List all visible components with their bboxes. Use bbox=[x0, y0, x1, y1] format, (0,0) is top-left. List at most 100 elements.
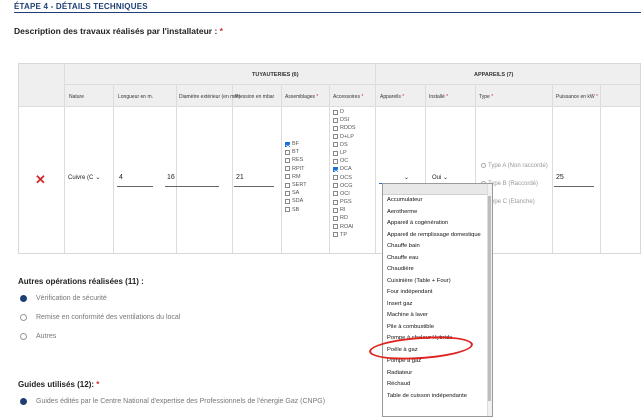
checkbox-d[interactable]: D bbox=[333, 108, 356, 116]
checkbox-pgs[interactable]: PGS bbox=[333, 198, 356, 206]
dropdown-option[interactable]: Table de cuisson indépendante bbox=[383, 391, 492, 403]
installe-select[interactable]: Oui ⌄ bbox=[432, 174, 448, 181]
checkbox-rpit[interactable]: RPIT bbox=[285, 165, 307, 173]
radio-option[interactable]: Vérification de sécurité bbox=[20, 295, 107, 302]
dropdown-option[interactable]: Appareil à cogénération bbox=[383, 218, 492, 230]
dropdown-option[interactable]: Pompe à chaleur Hybride bbox=[383, 333, 492, 345]
radio-option[interactable]: Autres bbox=[20, 333, 56, 340]
dropdown-option[interactable]: Réchaud bbox=[383, 379, 492, 391]
dropdown-option[interactable]: Pile à combustible bbox=[383, 322, 492, 334]
checkbox-rd[interactable]: RD bbox=[333, 214, 356, 222]
checkbox-label: OC bbox=[340, 158, 349, 165]
dropdown-option[interactable]: Cuisinière (Table + Four) bbox=[383, 276, 492, 288]
accessoires-list: D DSI RDDS D+LP DS LP OC DCA OCS OCG OCI PGS RI RD ROA… bbox=[333, 108, 356, 239]
dropdown-option[interactable]: Accumulateur bbox=[383, 195, 492, 207]
checkbox-box[interactable] bbox=[285, 190, 290, 196]
radio-button[interactable] bbox=[20, 314, 27, 321]
radio-label: Type B (Raccordé) bbox=[488, 181, 539, 187]
checkbox-box[interactable] bbox=[333, 216, 338, 222]
checkbox-label: ROAI bbox=[340, 223, 354, 230]
dropdown-option[interactable]: Chauffe bain bbox=[383, 241, 492, 253]
checkbox-box[interactable] bbox=[285, 166, 290, 172]
checkbox-box[interactable] bbox=[333, 207, 338, 213]
checkbox-d-lp[interactable]: D+LP bbox=[333, 133, 356, 141]
checkbox-oci[interactable]: OCI bbox=[333, 190, 356, 198]
dropdown-option[interactable]: Appareil de remplissage domestique bbox=[383, 230, 492, 242]
dropdown-option[interactable]: Chauffe eau bbox=[383, 253, 492, 265]
checkbox-ds[interactable]: DS bbox=[333, 141, 356, 149]
checkbox-sda[interactable]: SDA bbox=[285, 197, 307, 205]
checkbox-box[interactable] bbox=[333, 191, 338, 197]
radio-option[interactable]: Guides édités par le Centre National d'e… bbox=[20, 398, 325, 405]
dropdown-option[interactable]: Insert gaz bbox=[383, 299, 492, 311]
checkbox-box[interactable] bbox=[333, 232, 338, 238]
dropdown-option[interactable]: Poêle à gaz bbox=[383, 345, 492, 357]
checkbox-ri[interactable]: RI bbox=[333, 206, 356, 214]
checkbox-label: OCI bbox=[340, 190, 350, 197]
pression-input[interactable]: 21 bbox=[236, 174, 244, 181]
checkbox-box[interactable] bbox=[285, 182, 290, 188]
chevron-down-icon: ⌄ bbox=[443, 175, 449, 181]
checkbox-box[interactable] bbox=[333, 117, 338, 123]
radio-button[interactable] bbox=[20, 295, 27, 302]
longueur-input[interactable]: 4 bbox=[119, 174, 123, 181]
checkbox-rm[interactable]: RM bbox=[285, 173, 307, 181]
checkbox-box[interactable] bbox=[285, 141, 290, 147]
checkbox-box[interactable] bbox=[285, 198, 290, 204]
checkbox-roai[interactable]: ROAI bbox=[333, 223, 356, 231]
appareil-dropdown-list[interactable]: Accumulateur Aerotherme Appareil à cogénér… bbox=[382, 183, 493, 417]
checkbox-box[interactable] bbox=[333, 125, 338, 131]
dropdown-empty-option[interactable] bbox=[383, 184, 492, 195]
dropdown-option[interactable]: Aerotherme bbox=[383, 207, 492, 219]
dropdown-option[interactable]: Machine à laver bbox=[383, 310, 492, 322]
checkbox-box[interactable] bbox=[285, 157, 290, 163]
checkbox-box[interactable] bbox=[333, 183, 338, 189]
radio-option[interactable]: Remise en conformité des ventilations du… bbox=[20, 314, 180, 321]
col-longueur: Longueur en m. bbox=[118, 94, 154, 100]
dropdown-scrollbar[interactable] bbox=[487, 184, 492, 416]
puissance-input[interactable]: 25 bbox=[556, 174, 564, 181]
checkbox-box[interactable] bbox=[333, 158, 338, 164]
checkbox-label: DSI bbox=[340, 117, 350, 124]
checkbox-box[interactable] bbox=[333, 166, 338, 172]
dropdown-option[interactable]: Chaudière bbox=[383, 264, 492, 276]
checkbox-bf[interactable]: BF bbox=[285, 140, 307, 148]
checkbox-dsi[interactable]: DSI bbox=[333, 116, 356, 124]
checkbox-box[interactable] bbox=[333, 224, 338, 230]
checkbox-rdds[interactable]: RDDS bbox=[333, 124, 356, 132]
checkbox-oc[interactable]: OC bbox=[333, 157, 356, 165]
checkbox-box[interactable] bbox=[333, 150, 338, 156]
dropdown-option[interactable]: Radiateur bbox=[383, 368, 492, 380]
checkbox-tp[interactable]: TP bbox=[333, 231, 356, 239]
checkbox-sa[interactable]: SA bbox=[285, 189, 307, 197]
dropdown-option[interactable]: Four indépendant bbox=[383, 287, 492, 299]
diametre-input[interactable]: 16 bbox=[167, 174, 175, 181]
checkbox-box[interactable] bbox=[285, 207, 290, 213]
col-puissance: Puissance en kW * bbox=[556, 94, 598, 100]
dropdown-option[interactable]: Pompe à gaz bbox=[383, 356, 492, 368]
radio-label: Type A (Non raccordé) bbox=[488, 163, 548, 169]
radio-button[interactable] bbox=[20, 333, 27, 340]
checkbox-sert[interactable]: SERT bbox=[285, 181, 307, 189]
checkbox-ocg[interactable]: OCG bbox=[333, 182, 356, 190]
checkbox-box[interactable] bbox=[285, 149, 290, 155]
checkbox-label: DS bbox=[340, 141, 348, 148]
delete-row-icon[interactable]: ✕ bbox=[35, 172, 46, 188]
checkbox-lp[interactable]: LP bbox=[333, 149, 356, 157]
checkbox-box[interactable] bbox=[285, 174, 290, 180]
type-radio-option[interactable]: Type A (Non raccordé) bbox=[481, 157, 548, 175]
checkbox-box[interactable] bbox=[333, 142, 338, 148]
checkbox-box[interactable] bbox=[333, 175, 338, 181]
checkbox-sb[interactable]: SB bbox=[285, 206, 307, 214]
checkbox-box[interactable] bbox=[333, 134, 338, 140]
radio-button[interactable] bbox=[481, 162, 486, 168]
checkbox-dca[interactable]: DCA bbox=[333, 165, 356, 173]
radio-button[interactable] bbox=[20, 398, 27, 405]
nature-select[interactable]: Cuivre (C ⌄ bbox=[68, 174, 100, 181]
checkbox-res[interactable]: RES bbox=[285, 156, 307, 164]
checkbox-box[interactable] bbox=[333, 109, 338, 115]
checkbox-bt[interactable]: BT bbox=[285, 148, 307, 156]
checkbox-box[interactable] bbox=[333, 199, 338, 205]
checkbox-ocs[interactable]: OCS bbox=[333, 174, 356, 182]
group-header-appareils: APPAREILS (7) bbox=[474, 72, 514, 78]
